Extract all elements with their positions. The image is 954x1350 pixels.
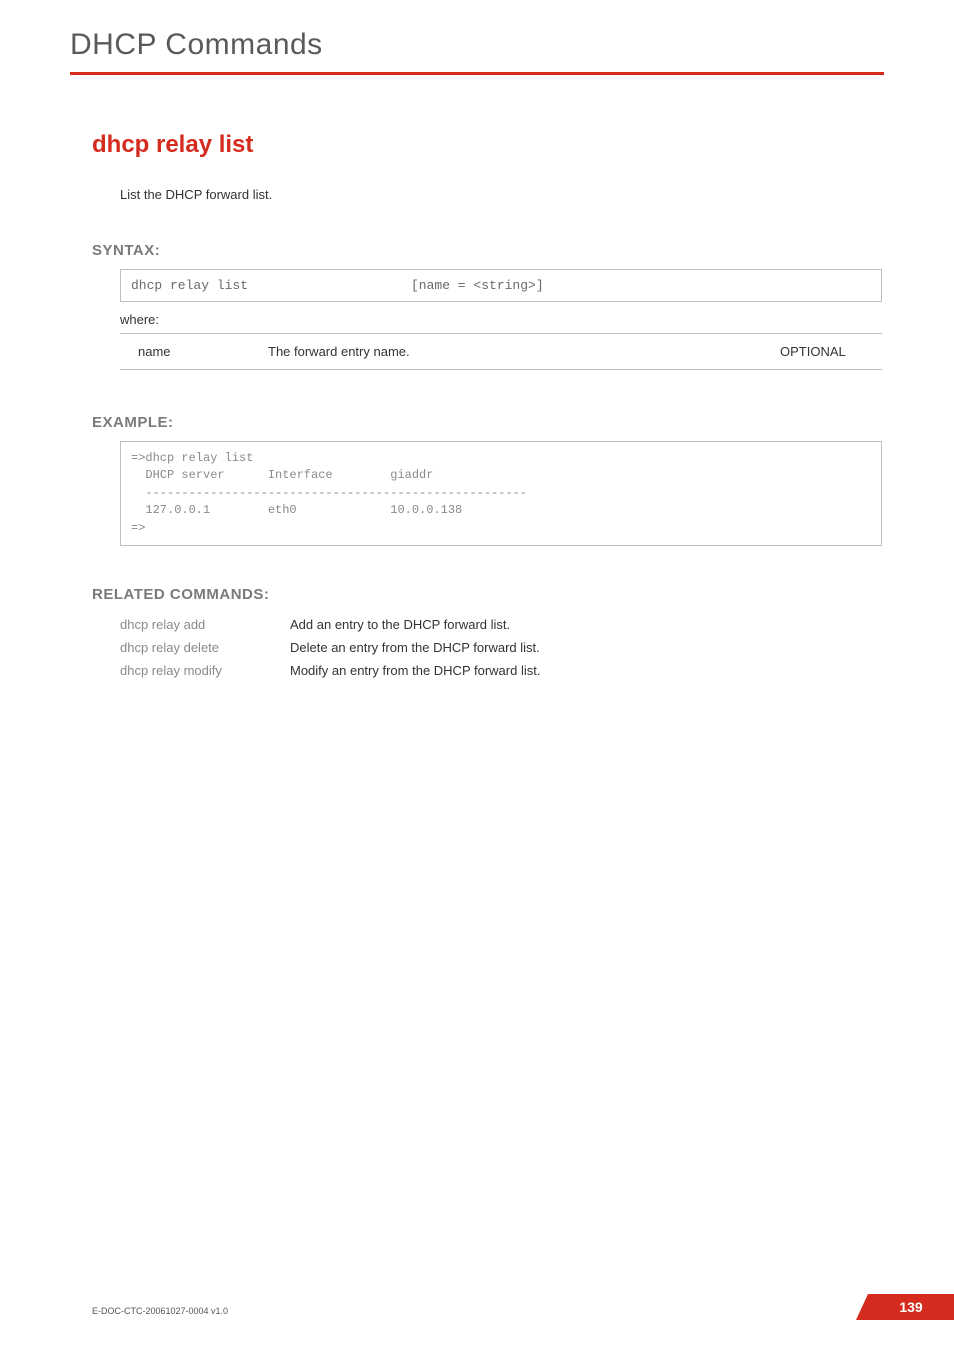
- related-commands-table: dhcp relay addAdd an entry to the DHCP f…: [120, 613, 882, 682]
- page-number-badge: 139: [868, 1294, 954, 1320]
- example-box: =>dhcp relay list DHCP server Interface …: [120, 441, 882, 546]
- syntax-box: dhcp relay list [name = <string>]: [120, 269, 882, 302]
- related-command-desc: Modify an entry from the DHCP forward li…: [290, 659, 882, 682]
- param-required: OPTIONAL: [772, 334, 882, 370]
- chapter-title: DHCP Commands: [70, 28, 884, 62]
- example-heading: EXAMPLE:: [92, 414, 882, 431]
- related-command-name: dhcp relay delete: [120, 636, 290, 659]
- page-root: DHCP Commands dhcp relay list List the D…: [0, 0, 954, 1350]
- page-header: DHCP Commands: [70, 28, 884, 75]
- syntax-command: dhcp relay list: [131, 278, 411, 293]
- related-command-desc: Delete an entry from the DHCP forward li…: [290, 636, 882, 659]
- related-row: dhcp relay modifyModify an entry from th…: [120, 659, 882, 682]
- param-table: nameThe forward entry name.OPTIONAL: [120, 333, 882, 370]
- related-command-desc: Add an entry to the DHCP forward list.: [290, 613, 882, 636]
- topic-title: dhcp relay list: [92, 131, 882, 159]
- param-desc: The forward entry name.: [260, 334, 772, 370]
- page-number: 139: [899, 1299, 922, 1315]
- header-rule: [70, 72, 884, 75]
- page-footer: E-DOC-CTC-20061027-0004 v1.0 139: [0, 1294, 954, 1320]
- topic-description: List the DHCP forward list.: [120, 187, 882, 202]
- where-label: where:: [120, 312, 882, 327]
- related-row: dhcp relay deleteDelete an entry from th…: [120, 636, 882, 659]
- syntax-heading: SYNTAX:: [92, 242, 882, 259]
- related-command-name: dhcp relay modify: [120, 659, 290, 682]
- syntax-args: [name = <string>]: [411, 278, 871, 293]
- page-content: dhcp relay list List the DHCP forward li…: [70, 131, 884, 682]
- related-command-name: dhcp relay add: [120, 613, 290, 636]
- param-name: name: [120, 334, 260, 370]
- doc-id: E-DOC-CTC-20061027-0004 v1.0: [92, 1306, 228, 1316]
- param-row: nameThe forward entry name.OPTIONAL: [120, 334, 882, 370]
- related-row: dhcp relay addAdd an entry to the DHCP f…: [120, 613, 882, 636]
- related-heading: RELATED COMMANDS:: [92, 586, 882, 603]
